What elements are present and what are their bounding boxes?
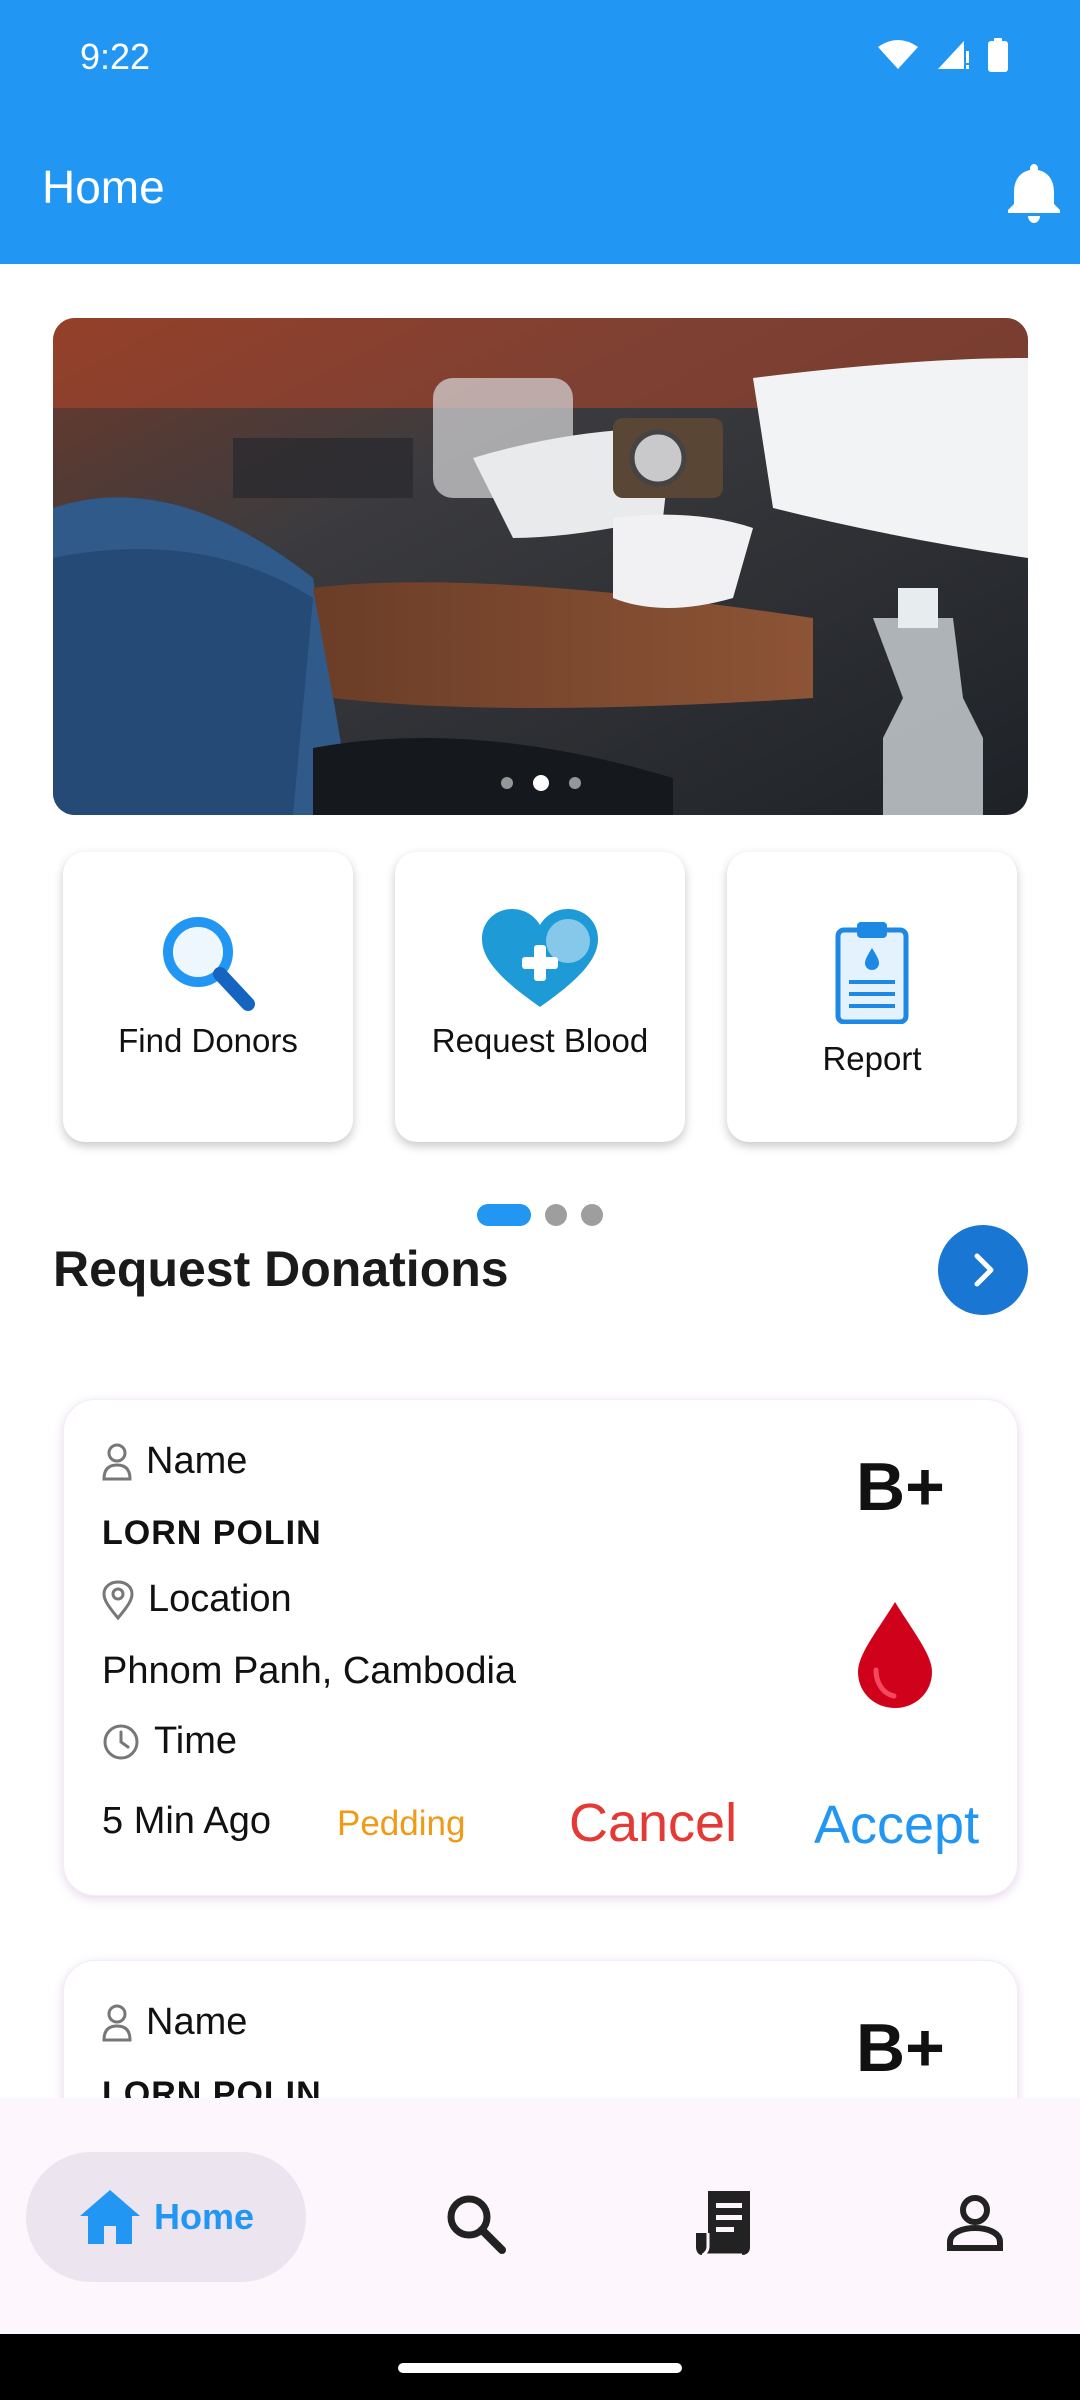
banner-indicator xyxy=(53,775,1028,791)
request-time: 5 Min Ago xyxy=(102,1800,271,1842)
banner-dot-active[interactable] xyxy=(532,775,549,791)
banner-carousel[interactable] xyxy=(53,318,1028,815)
name-field-label: Name xyxy=(102,1440,247,1483)
person-icon xyxy=(102,2004,132,2041)
status-badge: Pedding xyxy=(337,1804,466,1843)
quick-actions-indicator xyxy=(0,1204,1080,1226)
person-icon xyxy=(947,2195,1003,2251)
find-donors-label: Find Donors xyxy=(118,1022,298,1059)
nav-receipt[interactable] xyxy=(690,2188,760,2258)
battery-icon xyxy=(988,38,1008,72)
clock-icon xyxy=(103,1724,139,1759)
request-blood-button[interactable]: Request Blood xyxy=(395,852,685,1142)
nav-home[interactable]: Home xyxy=(26,2152,306,2282)
receipt-icon xyxy=(696,2191,750,2257)
status-icons xyxy=(878,38,1008,72)
page-dot[interactable] xyxy=(581,1204,603,1226)
request-card[interactable]: Name LORN POLIN Location Phnom Panh, Cam… xyxy=(63,1399,1018,1896)
blood-drop-icon xyxy=(858,1602,932,1708)
nav-home-label: Home xyxy=(153,2196,255,2237)
report-button[interactable]: Report xyxy=(727,852,1017,1142)
signal-icon xyxy=(938,41,969,69)
status-time: 9:22 xyxy=(80,36,151,77)
page-dot-active[interactable] xyxy=(477,1204,531,1226)
bottom-navigation: Home xyxy=(0,2098,1080,2334)
app-header: 9:22 Home xyxy=(0,0,1080,264)
time-field-label: Time xyxy=(102,1720,237,1763)
donor-name: LORN POLIN xyxy=(102,1514,322,1552)
location-field-label: Location xyxy=(102,1578,292,1621)
cancel-button[interactable]: Cancel xyxy=(569,1792,737,1854)
blood-type: B+ xyxy=(856,1449,945,1525)
donor-location: Phnom Panh, Cambodia xyxy=(102,1650,517,1692)
name-label: Name xyxy=(146,1440,248,1482)
report-label: Report xyxy=(822,1040,922,1077)
search-icon xyxy=(447,2195,506,2254)
nav-search[interactable] xyxy=(440,2188,510,2258)
accept-button[interactable]: Accept xyxy=(814,1794,979,1856)
name-field-label: Name xyxy=(102,2001,247,2044)
time-label: Time xyxy=(154,1720,238,1762)
clipboard-icon xyxy=(835,922,909,1024)
banner-image xyxy=(53,318,1028,815)
search-icon xyxy=(163,917,255,1011)
name-label: Name xyxy=(146,2001,248,2043)
wifi-icon xyxy=(878,40,918,69)
heart-plus-icon xyxy=(482,909,598,1007)
request-blood-label: Request Blood xyxy=(431,1022,649,1059)
blood-type: B+ xyxy=(856,2010,945,2086)
bell-icon[interactable] xyxy=(1004,160,1064,224)
banner-dot[interactable] xyxy=(500,777,513,789)
chevron-right-icon xyxy=(974,1253,994,1287)
home-gesture-handle[interactable] xyxy=(398,2363,682,2373)
location-label: Location xyxy=(148,1578,292,1620)
home-icon xyxy=(79,2190,140,2244)
banner-dot[interactable] xyxy=(568,777,581,789)
page-title: Home xyxy=(42,161,165,213)
page-dot[interactable] xyxy=(545,1204,567,1226)
location-pin-icon xyxy=(102,1579,134,1620)
nav-profile[interactable] xyxy=(940,2188,1010,2258)
person-icon xyxy=(102,1443,132,1480)
see-all-button[interactable] xyxy=(938,1225,1028,1315)
find-donors-button[interactable]: Find Donors xyxy=(63,852,353,1142)
section-title: Request Donations xyxy=(53,1241,509,1297)
